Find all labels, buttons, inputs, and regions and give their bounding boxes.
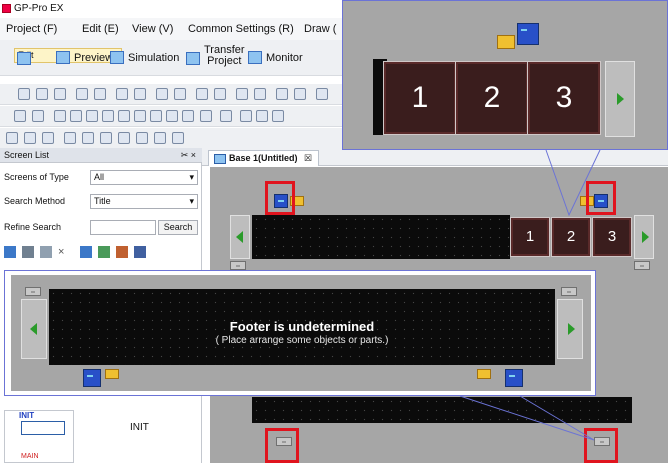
footer-title: Footer is undetermined (229, 319, 375, 334)
footer-area[interactable]: Footer is undetermined ( Place arrange s… (49, 289, 555, 365)
footer-end-marker-icon[interactable] (505, 369, 523, 387)
footer-right-scroll[interactable] (557, 299, 583, 359)
footer-left-arrow-icon (30, 323, 37, 335)
footer-end-folder-icon (477, 369, 491, 379)
zoom-folder-icon (497, 35, 515, 49)
footer-start-folder-icon (105, 369, 119, 379)
footer-zoom-callout: Footer is undetermined ( Place arrange s… (4, 270, 596, 396)
zoom-numkey-1[interactable]: 1 (383, 61, 457, 135)
footer-zoom-left-top-handle-icon[interactable] (25, 287, 41, 296)
footer-right-arrow-icon (568, 323, 575, 335)
zoom-right-arrow-icon (617, 93, 624, 105)
footer-subtitle: ( Place arrange some objects or parts.) (215, 335, 389, 346)
footer-start-marker-icon[interactable] (83, 369, 101, 387)
zoom-right-scroll[interactable] (605, 61, 635, 137)
footer-left-scroll[interactable] (21, 299, 47, 359)
zoom-end-marker-icon[interactable] (517, 23, 539, 45)
zoom-numkey-3[interactable]: 3 (527, 61, 601, 135)
footer-zoom-right-top-handle-icon[interactable] (561, 287, 577, 296)
header-zoom-callout: 1 2 3 (342, 0, 668, 150)
zoom-numkey-2[interactable]: 2 (455, 61, 529, 135)
